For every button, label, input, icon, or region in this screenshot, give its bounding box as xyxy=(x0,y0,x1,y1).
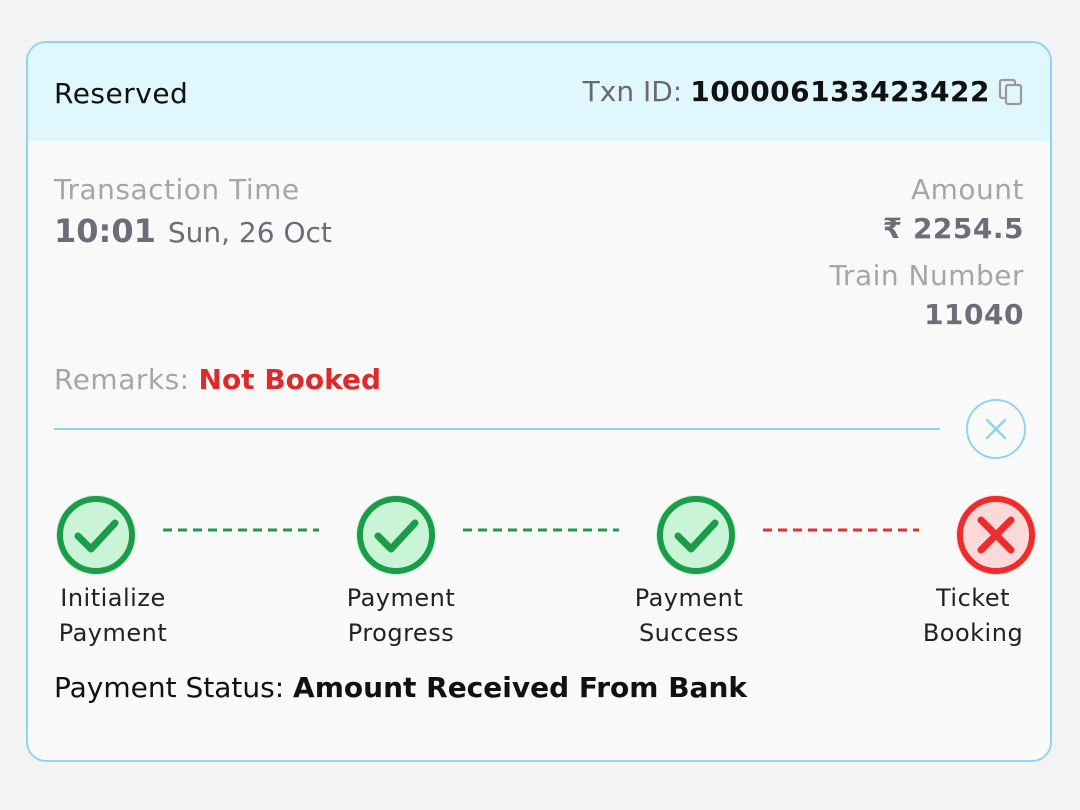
step-label-ticket-booking: Ticket Booking xyxy=(922,584,1024,647)
transaction-card: Reserved Txn ID: 100006133423422 Transac… xyxy=(26,41,1052,762)
check-icon xyxy=(56,495,136,575)
txn-id-value: 100006133423422 xyxy=(690,75,990,108)
progress-connector xyxy=(163,528,319,532)
card-header: Reserved Txn ID: 100006133423422 xyxy=(28,43,1050,141)
txn-id-row: Txn ID: 100006133423422 xyxy=(583,75,1024,108)
collapse-button[interactable] xyxy=(966,399,1026,459)
booking-progress-stepper: Initialize Payment Payment Progress Paymen… xyxy=(28,483,1050,647)
copy-icon[interactable] xyxy=(998,78,1024,106)
amount-train-block: Amount ₹ 2254.5 Train Number 11040 xyxy=(829,173,1024,331)
payment-status-value: Amount Received From Bank xyxy=(293,671,747,704)
payment-status-label: Payment Status: xyxy=(54,671,285,704)
divider xyxy=(54,428,940,430)
train-number-label: Train Number xyxy=(829,259,1024,292)
transaction-time: 10:01 xyxy=(54,212,156,250)
amount-value: ₹ 2254.5 xyxy=(882,212,1024,245)
progress-connector xyxy=(763,528,919,532)
train-number-value: 11040 xyxy=(924,298,1024,331)
close-icon xyxy=(985,418,1007,440)
txn-id-label: Txn ID: xyxy=(582,75,683,108)
progress-connector xyxy=(463,528,619,532)
booking-status: Reserved xyxy=(54,77,189,110)
amount-label: Amount xyxy=(910,173,1024,206)
transaction-time-label: Transaction Time xyxy=(54,173,300,206)
cross-icon xyxy=(956,495,1036,575)
check-icon xyxy=(356,495,436,575)
transaction-time-block: Transaction Time 10:01 Sun, 26 Oct xyxy=(54,173,332,250)
transaction-date: Sun, 26 Oct xyxy=(167,216,332,249)
step-label-payment-success: Payment Success xyxy=(634,584,744,647)
remarks-row: Remarks: Not Booked xyxy=(54,363,381,396)
remarks-label: Remarks: xyxy=(54,363,190,396)
check-icon xyxy=(656,495,736,575)
step-label-payment-progress: Payment Progress xyxy=(346,584,456,647)
step-label-initialize-payment: Initialize Payment xyxy=(58,584,168,647)
remarks-value: Not Booked xyxy=(198,363,382,396)
transaction-time-row: 10:01 Sun, 26 Oct xyxy=(54,212,332,250)
payment-status-row: Payment Status: Amount Received From Ban… xyxy=(54,671,747,704)
